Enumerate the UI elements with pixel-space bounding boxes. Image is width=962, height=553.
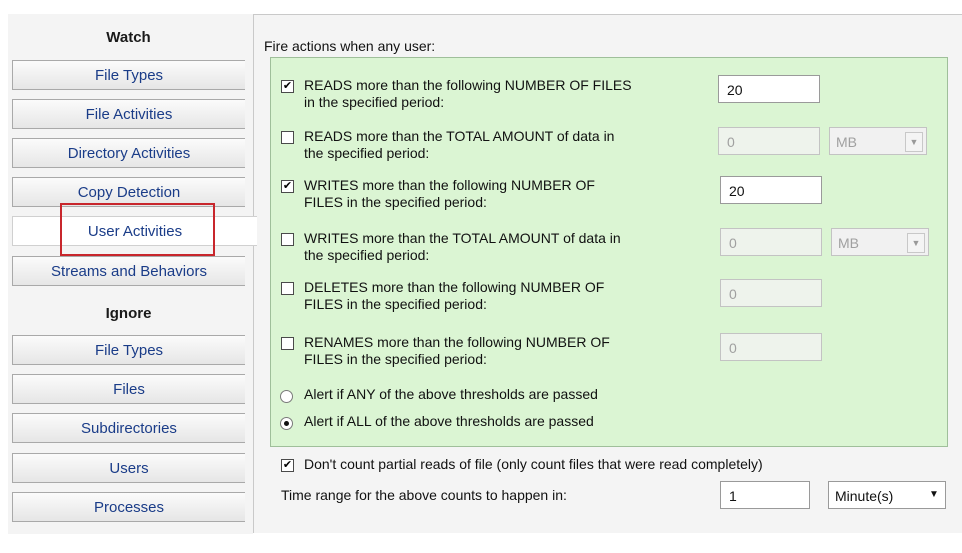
dropdown-arrow-icon: ▼: [907, 233, 925, 253]
writes-amount-input[interactable]: 0: [720, 228, 822, 256]
reads-files-input[interactable]: 20: [718, 75, 820, 103]
alert-any-label: Alert if ANY of the above thresholds are…: [304, 386, 598, 402]
time-range-label: Time range for the above counts to happe…: [281, 487, 567, 503]
checkmark-icon: ✔: [282, 459, 293, 471]
reads-amount-label-line1: READS more than the TOTAL AMOUNT of data…: [304, 128, 615, 144]
reads-amount-unit-value: MB: [836, 134, 857, 150]
fire-actions-label: Fire actions when any user:: [264, 38, 436, 54]
nav-watch-copy-detection[interactable]: Copy Detection: [12, 177, 245, 207]
time-range-unit-select[interactable]: Minute(s) ▼: [828, 481, 946, 509]
reads-files-label-line2: in the specified period:: [304, 94, 445, 110]
writes-files-label: WRITES more than the following NUMBER OF…: [304, 177, 714, 211]
renames-label: RENAMES more than the following NUMBER O…: [304, 334, 714, 368]
writes-files-checkbox[interactable]: ✔: [281, 180, 294, 193]
writes-amount-label-line2: the specified period:: [304, 247, 430, 263]
nav-watch-file-activities[interactable]: File Activities: [12, 99, 245, 129]
writes-amount-checkbox[interactable]: [281, 233, 294, 246]
nav-ignore-file-types[interactable]: File Types: [12, 335, 245, 365]
reads-amount-label: READS more than the TOTAL AMOUNT of data…: [304, 128, 714, 162]
nav-ignore-subdirectories[interactable]: Subdirectories: [12, 413, 245, 443]
writes-amount-label-line1: WRITES more than the TOTAL AMOUNT of dat…: [304, 230, 621, 246]
deletes-checkbox[interactable]: [281, 282, 294, 295]
ignore-header: Ignore: [105, 304, 152, 322]
time-range-input[interactable]: 1: [720, 481, 810, 509]
renames-input[interactable]: 0: [720, 333, 822, 361]
nav-watch-user-activities[interactable]: User Activities: [12, 216, 257, 246]
alert-any-radio[interactable]: [280, 390, 293, 403]
reads-files-label-line1: READS more than the following NUMBER OF …: [304, 77, 632, 93]
watch-header: Watch: [106, 28, 151, 46]
renames-checkbox[interactable]: [281, 337, 294, 350]
writes-amount-label: WRITES more than the TOTAL AMOUNT of dat…: [304, 230, 714, 264]
nav-ignore-processes[interactable]: Processes: [12, 492, 245, 522]
partial-reads-checkbox[interactable]: ✔: [281, 459, 294, 472]
partial-reads-label: Don't count partial reads of file (only …: [304, 456, 763, 472]
dropdown-arrow-icon: ▼: [905, 132, 923, 152]
writes-files-label-line1: WRITES more than the following NUMBER OF: [304, 177, 595, 193]
nav-watch-streams-and-behaviors[interactable]: Streams and Behaviors: [12, 256, 245, 286]
reads-files-checkbox[interactable]: ✔: [281, 80, 294, 93]
nav-watch-directory-activities[interactable]: Directory Activities: [12, 138, 245, 168]
writes-amount-unit-value: MB: [838, 235, 859, 251]
reads-amount-input[interactable]: 0: [718, 127, 820, 155]
reads-amount-unit-select[interactable]: MB ▼: [829, 127, 927, 155]
reads-amount-checkbox[interactable]: [281, 131, 294, 144]
time-range-unit-value: Minute(s): [835, 488, 894, 504]
checkmark-icon: ✔: [282, 80, 293, 92]
nav-watch-file-types[interactable]: File Types: [12, 60, 245, 90]
reads-files-label: READS more than the following NUMBER OF …: [304, 77, 714, 111]
writes-files-label-line2: FILES in the specified period:: [304, 194, 487, 210]
checkmark-icon: ✔: [282, 180, 293, 192]
nav-ignore-files[interactable]: Files: [12, 374, 245, 404]
renames-label-line2: FILES in the specified period:: [304, 351, 487, 367]
writes-files-input[interactable]: 20: [720, 176, 822, 204]
reads-amount-label-line2: the specified period:: [304, 145, 430, 161]
alert-all-radio[interactable]: [280, 417, 293, 430]
renames-label-line1: RENAMES more than the following NUMBER O…: [304, 334, 610, 350]
deletes-input[interactable]: 0: [720, 279, 822, 307]
deletes-label-line2: FILES in the specified period:: [304, 296, 487, 312]
writes-amount-unit-select[interactable]: MB ▼: [831, 228, 929, 256]
nav-ignore-users[interactable]: Users: [12, 453, 245, 483]
dropdown-arrow-icon: ▼: [929, 489, 939, 500]
alert-all-label: Alert if ALL of the above thresholds are…: [304, 413, 594, 429]
deletes-label-line1: DELETES more than the following NUMBER O…: [304, 279, 605, 295]
deletes-label: DELETES more than the following NUMBER O…: [304, 279, 714, 313]
user-activities-settings: Watch File Types File Activities Directo…: [0, 0, 962, 553]
